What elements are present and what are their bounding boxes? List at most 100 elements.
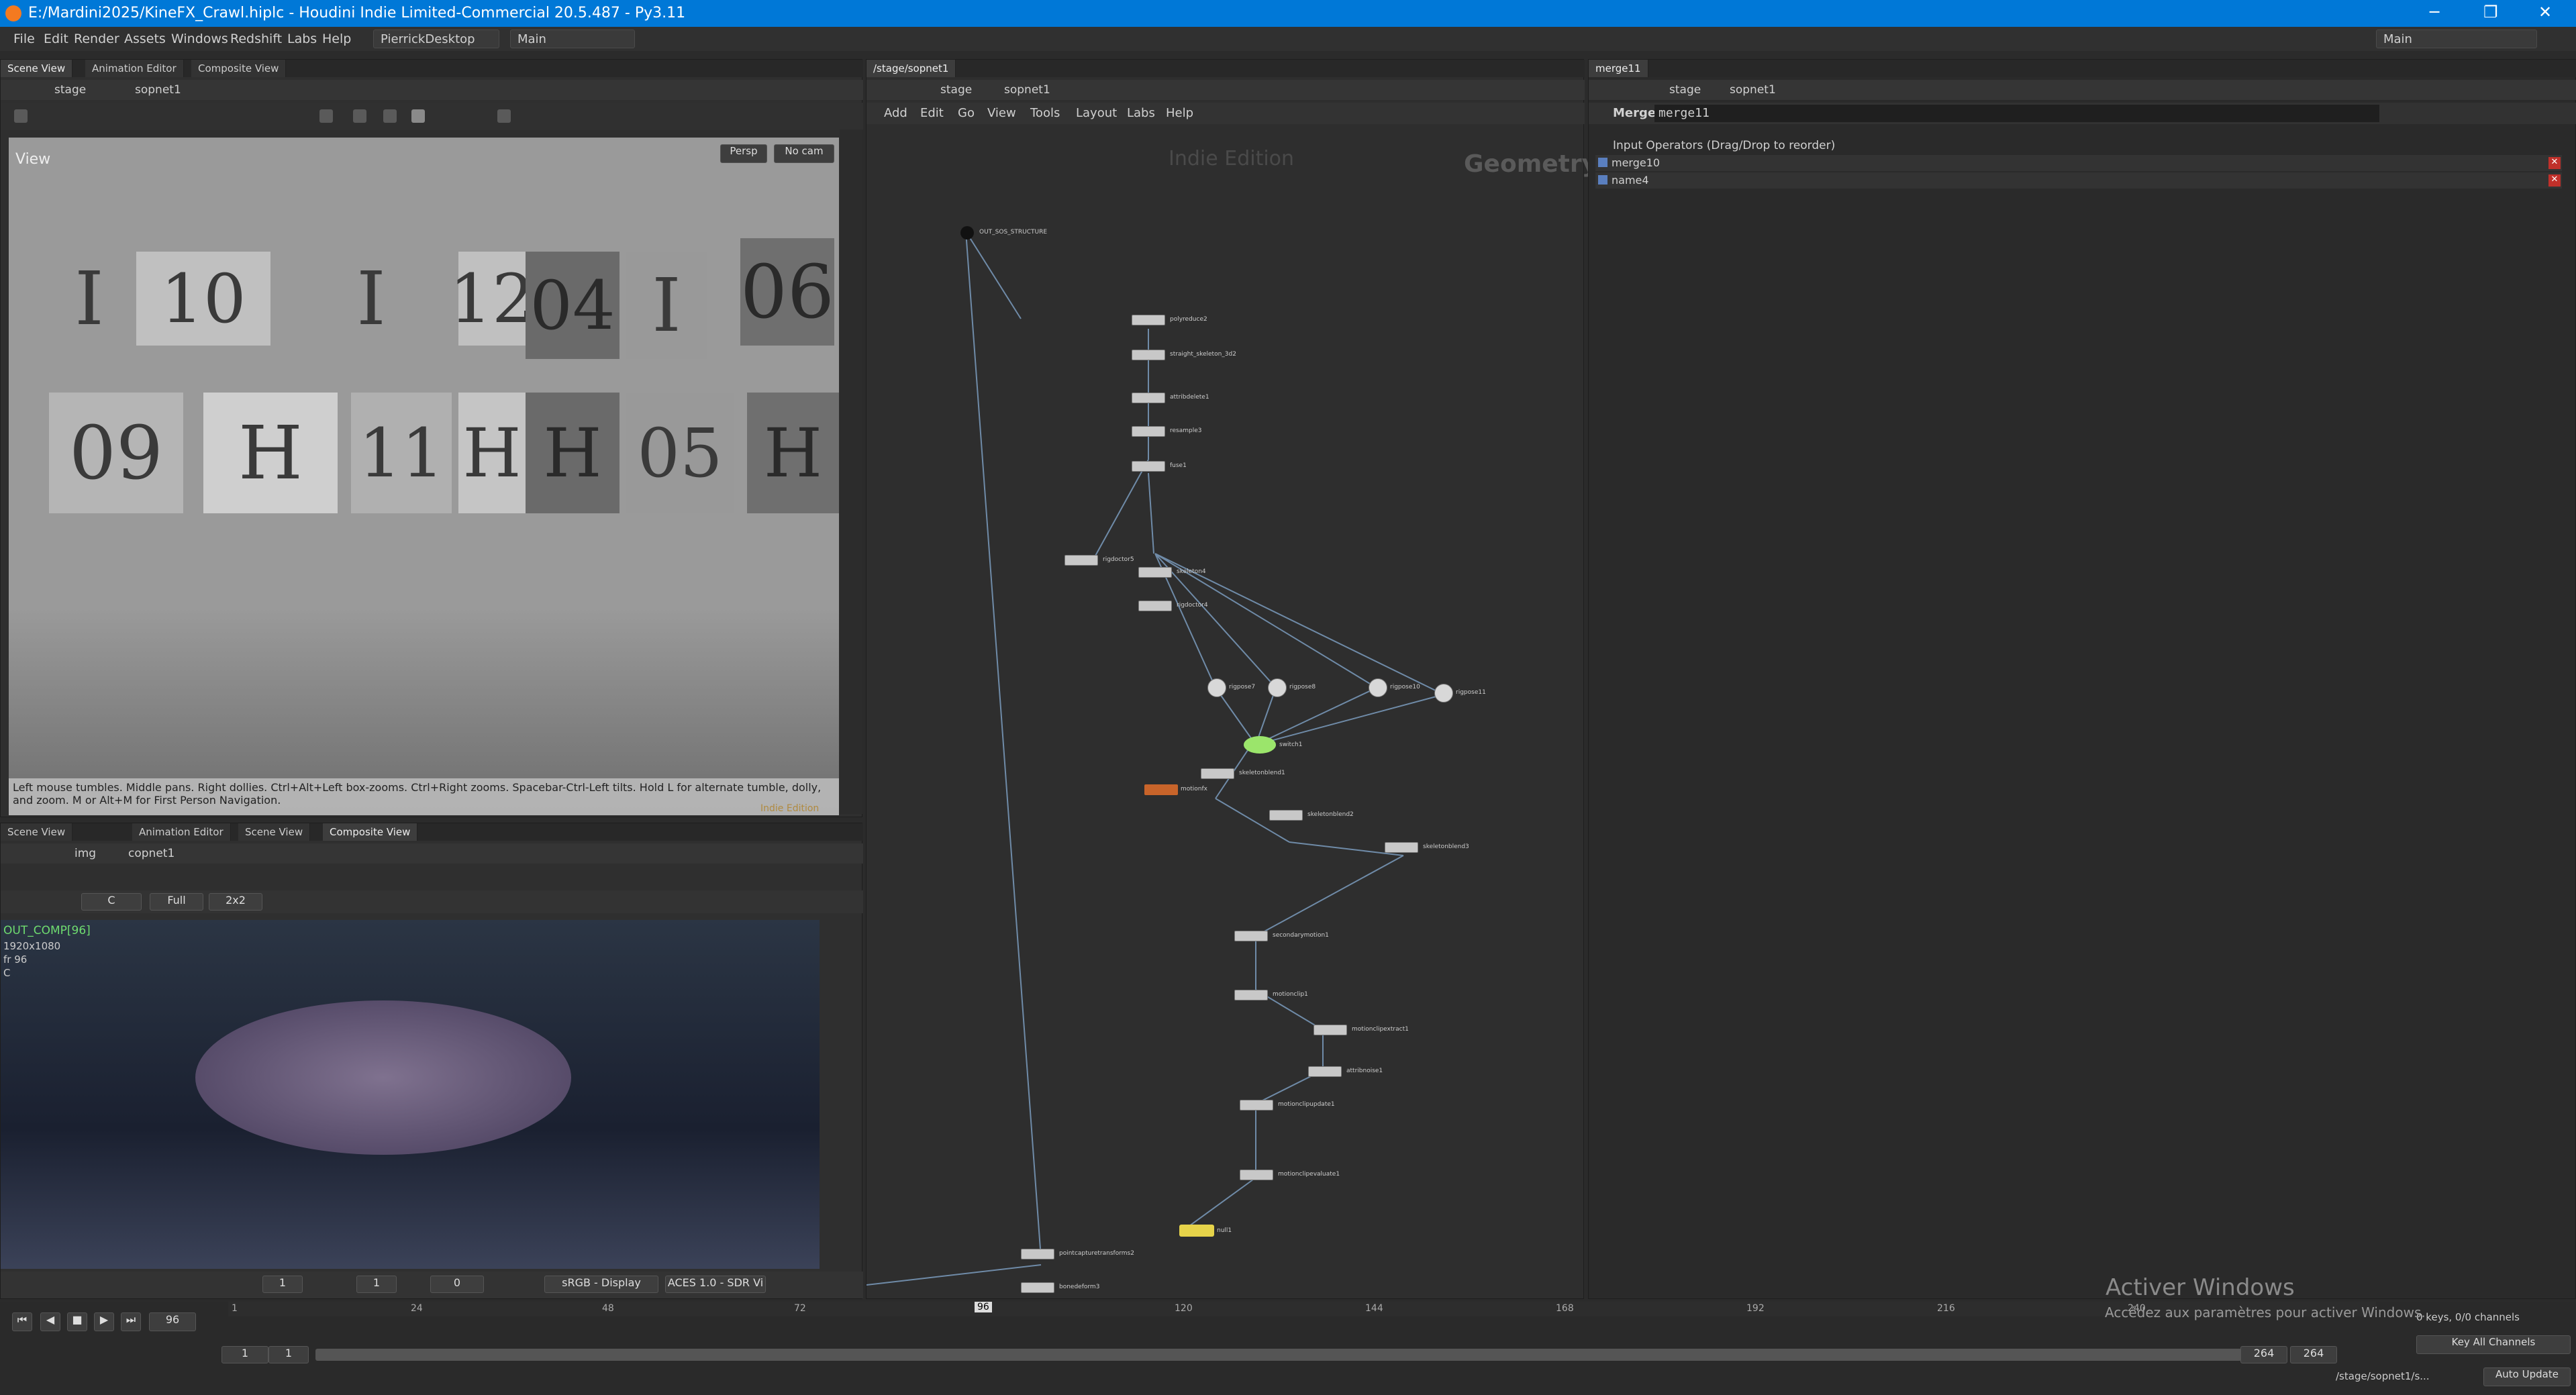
key-all-channels[interactable]: Key All Channels bbox=[2416, 1335, 2571, 1354]
val2-field[interactable]: 1 bbox=[356, 1276, 397, 1293]
menu-help[interactable]: Help bbox=[322, 32, 351, 46]
display-select[interactable]: sRGB - Display bbox=[544, 1276, 658, 1293]
tab-animation-editor[interactable]: Animation Editor bbox=[85, 60, 184, 77]
node-rigdoctor5[interactable] bbox=[1064, 555, 1098, 566]
input-row[interactable]: merge10 ✕ bbox=[1595, 155, 2562, 171]
start-frame-field-2[interactable]: 1 bbox=[268, 1346, 309, 1363]
node-motionclipextract[interactable] bbox=[1314, 1025, 1347, 1035]
net-menu-help[interactable]: Help bbox=[1166, 106, 1193, 120]
net-path-sopnet[interactable]: sopnet1 bbox=[1004, 83, 1050, 97]
comp-image[interactable]: OUT_COMP[96] 1920x1080 fr 96 C bbox=[1, 920, 820, 1269]
net-menu-add[interactable]: Add bbox=[884, 106, 907, 120]
net-path-stage[interactable]: stage bbox=[940, 83, 972, 97]
start-frame-field[interactable]: 1 bbox=[221, 1346, 268, 1363]
node-motionfx[interactable] bbox=[1144, 784, 1178, 795]
node-polyreduce[interactable] bbox=[1132, 315, 1165, 325]
menu-redshift[interactable]: Redshift bbox=[230, 32, 282, 46]
node-motionclip[interactable] bbox=[1234, 990, 1268, 1000]
node-name-field[interactable]: merge11 bbox=[1654, 105, 2379, 122]
range-slider[interactable] bbox=[315, 1349, 2242, 1361]
node-resample[interactable] bbox=[1132, 426, 1165, 437]
grid-icon[interactable] bbox=[14, 109, 28, 123]
viewport[interactable]: I 10 I 12 04 I 06 09 H 11 H H 05 H View … bbox=[9, 138, 839, 815]
maximize-icon[interactable]: ❐ bbox=[2483, 3, 2498, 21]
select-icon[interactable] bbox=[319, 109, 333, 123]
menu-assets[interactable]: Assets bbox=[124, 32, 166, 46]
net-menu-layout[interactable]: Layout bbox=[1076, 106, 1117, 120]
main-selector-right[interactable]: Main bbox=[2376, 30, 2537, 48]
val1-field[interactable]: 1 bbox=[262, 1276, 303, 1293]
out-null-node[interactable] bbox=[960, 226, 974, 240]
node-attribnoise[interactable] bbox=[1308, 1066, 1342, 1077]
node-skeleton4[interactable] bbox=[1138, 567, 1172, 578]
auto-update-button[interactable]: Auto Update bbox=[2483, 1367, 2571, 1386]
nocam-button[interactable]: No cam bbox=[774, 144, 834, 163]
tab-composite-view[interactable]: Composite View bbox=[191, 60, 287, 77]
node-rigpose7[interactable] bbox=[1207, 678, 1226, 697]
jump-end-button[interactable]: ⏭ bbox=[121, 1312, 141, 1331]
val3-field[interactable]: 0 bbox=[430, 1276, 484, 1293]
tab-scene-view[interactable]: Scene View bbox=[1, 60, 73, 77]
tab-animation-editor-2[interactable]: Animation Editor bbox=[132, 823, 231, 841]
rotate-icon[interactable] bbox=[383, 109, 397, 123]
path-sopnet[interactable]: sopnet1 bbox=[135, 83, 181, 97]
node-switch1[interactable] bbox=[1244, 736, 1276, 754]
net-menu-edit[interactable]: Edit bbox=[920, 106, 944, 120]
node-rigdoctor4[interactable] bbox=[1138, 601, 1172, 611]
node-skeletonblend1[interactable] bbox=[1201, 768, 1234, 779]
remove-input-icon[interactable]: ✕ bbox=[2548, 174, 2561, 187]
menu-edit[interactable]: Edit bbox=[44, 32, 68, 46]
input-row[interactable]: name4 ✕ bbox=[1595, 172, 2562, 189]
params-path-sopnet[interactable]: sopnet1 bbox=[1730, 83, 1776, 97]
menu-windows[interactable]: Windows bbox=[171, 32, 228, 46]
node-secondarymotion[interactable] bbox=[1234, 931, 1268, 941]
path-stage[interactable]: stage bbox=[54, 83, 86, 97]
menu-labs[interactable]: Labs bbox=[287, 32, 317, 46]
node-fuse[interactable] bbox=[1132, 461, 1165, 472]
node-skeletonblend3[interactable] bbox=[1385, 842, 1418, 853]
params-path-stage[interactable]: stage bbox=[1669, 83, 1701, 97]
jump-start-button[interactable]: ⏮ bbox=[12, 1312, 32, 1331]
res-select[interactable]: Full bbox=[150, 893, 203, 911]
menu-file[interactable]: File bbox=[13, 32, 35, 46]
tile-select[interactable]: 2x2 bbox=[209, 893, 262, 911]
node-rigpose8[interactable] bbox=[1268, 678, 1287, 697]
frame-marker[interactable]: 96 bbox=[975, 1302, 992, 1312]
node-null1[interactable] bbox=[1179, 1225, 1214, 1237]
node-pointcapturetransforms[interactable] bbox=[1021, 1249, 1054, 1259]
tab-network[interactable]: /stage/sopnet1 bbox=[866, 60, 956, 77]
node-rigpose10[interactable] bbox=[1369, 678, 1387, 697]
timeline-ruler[interactable] bbox=[228, 1302, 2376, 1316]
current-frame-field[interactable]: 96 bbox=[149, 1312, 196, 1331]
minimize-icon[interactable]: ─ bbox=[2430, 3, 2439, 21]
stop-button[interactable]: ■ bbox=[67, 1312, 87, 1331]
play-reverse-button[interactable]: ◀ bbox=[40, 1312, 60, 1331]
menu-render[interactable]: Render bbox=[74, 32, 119, 46]
play-button[interactable]: ▶ bbox=[94, 1312, 114, 1331]
node-motionclipupdate[interactable] bbox=[1240, 1100, 1273, 1110]
end-frame-field[interactable]: 264 bbox=[2240, 1346, 2287, 1363]
node-motionclipevaluate[interactable] bbox=[1240, 1170, 1273, 1180]
view-transform-select[interactable]: ACES 1.0 - SDR Vi bbox=[665, 1276, 766, 1293]
drag-handle-icon[interactable] bbox=[1598, 158, 1607, 167]
remove-input-icon[interactable]: ✕ bbox=[2548, 157, 2561, 169]
close-icon[interactable]: ✕ bbox=[2538, 3, 2552, 21]
end-frame-field-2[interactable]: 264 bbox=[2290, 1346, 2337, 1363]
drag-handle-icon[interactable] bbox=[1598, 175, 1607, 185]
node-bonedeform[interactable] bbox=[1021, 1282, 1054, 1293]
tab-geometry-spreadsheet[interactable]: Scene View bbox=[1, 823, 73, 841]
tab-composite-view-2[interactable]: Composite View bbox=[323, 823, 418, 841]
desktop-selector[interactable]: PierrickDesktop bbox=[373, 30, 499, 48]
tab-scene-view-2[interactable]: Scene View bbox=[238, 823, 311, 841]
channel-select[interactable]: C bbox=[81, 893, 142, 911]
net-menu-tools[interactable]: Tools bbox=[1030, 106, 1060, 120]
net-menu-labs[interactable]: Labs bbox=[1127, 106, 1155, 120]
net-menu-view[interactable]: View bbox=[987, 106, 1016, 120]
tab-params[interactable]: merge11 bbox=[1589, 60, 1648, 77]
node-attribdelete[interactable] bbox=[1132, 393, 1165, 403]
net-menu-go[interactable]: Go bbox=[958, 106, 975, 120]
display-icon[interactable] bbox=[411, 109, 425, 123]
persp-button[interactable]: Persp bbox=[720, 144, 767, 163]
camera-icon[interactable] bbox=[497, 109, 511, 123]
view-label[interactable]: View bbox=[15, 151, 50, 168]
